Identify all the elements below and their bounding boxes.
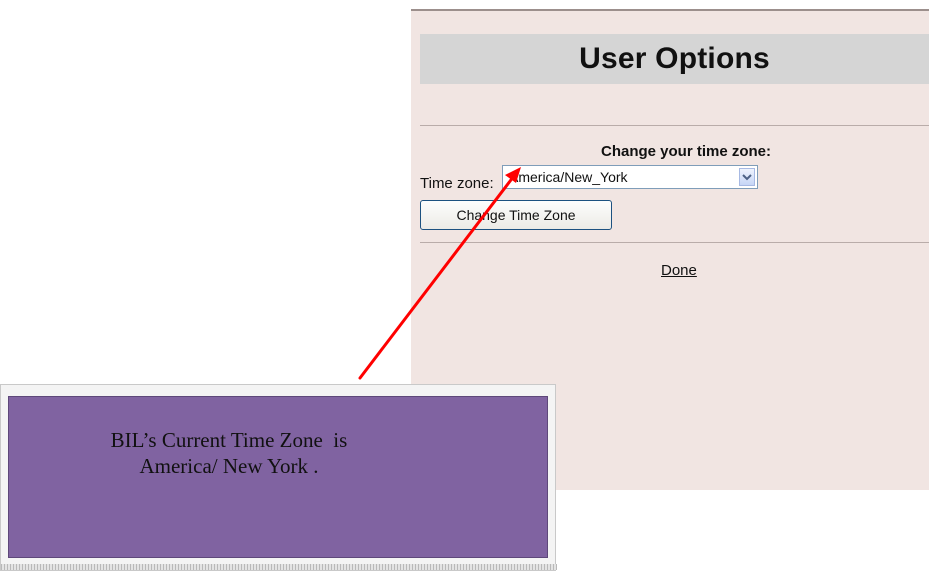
screenshot-canvas: User Options Change your time zone: Time… — [0, 0, 929, 571]
divider-top — [420, 125, 929, 126]
annotation-callout: BIL’s Current Time Zone is America/ New … — [0, 384, 557, 571]
timezone-label: Time zone: — [420, 175, 494, 192]
divider-bottom — [420, 242, 929, 243]
callout-edge — [1, 564, 557, 570]
section-heading: Change your time zone: — [600, 143, 772, 160]
title-bar: User Options — [420, 34, 929, 84]
timezone-select[interactable]: America/New_York — [502, 165, 758, 189]
callout-text: BIL’s Current Time Zone is America/ New … — [69, 427, 389, 479]
done-link[interactable]: Done — [661, 262, 697, 279]
change-time-zone-button[interactable]: Change Time Zone — [420, 200, 612, 230]
callout-box: BIL’s Current Time Zone is America/ New … — [8, 396, 548, 558]
callout-line-2: America/ New York . — [139, 454, 319, 478]
page-title: User Options — [579, 42, 770, 75]
callout-line-1: BIL’s Current Time Zone is — [110, 428, 348, 452]
chevron-down-icon[interactable] — [739, 168, 755, 186]
timezone-select-value: America/New_York — [509, 169, 628, 185]
